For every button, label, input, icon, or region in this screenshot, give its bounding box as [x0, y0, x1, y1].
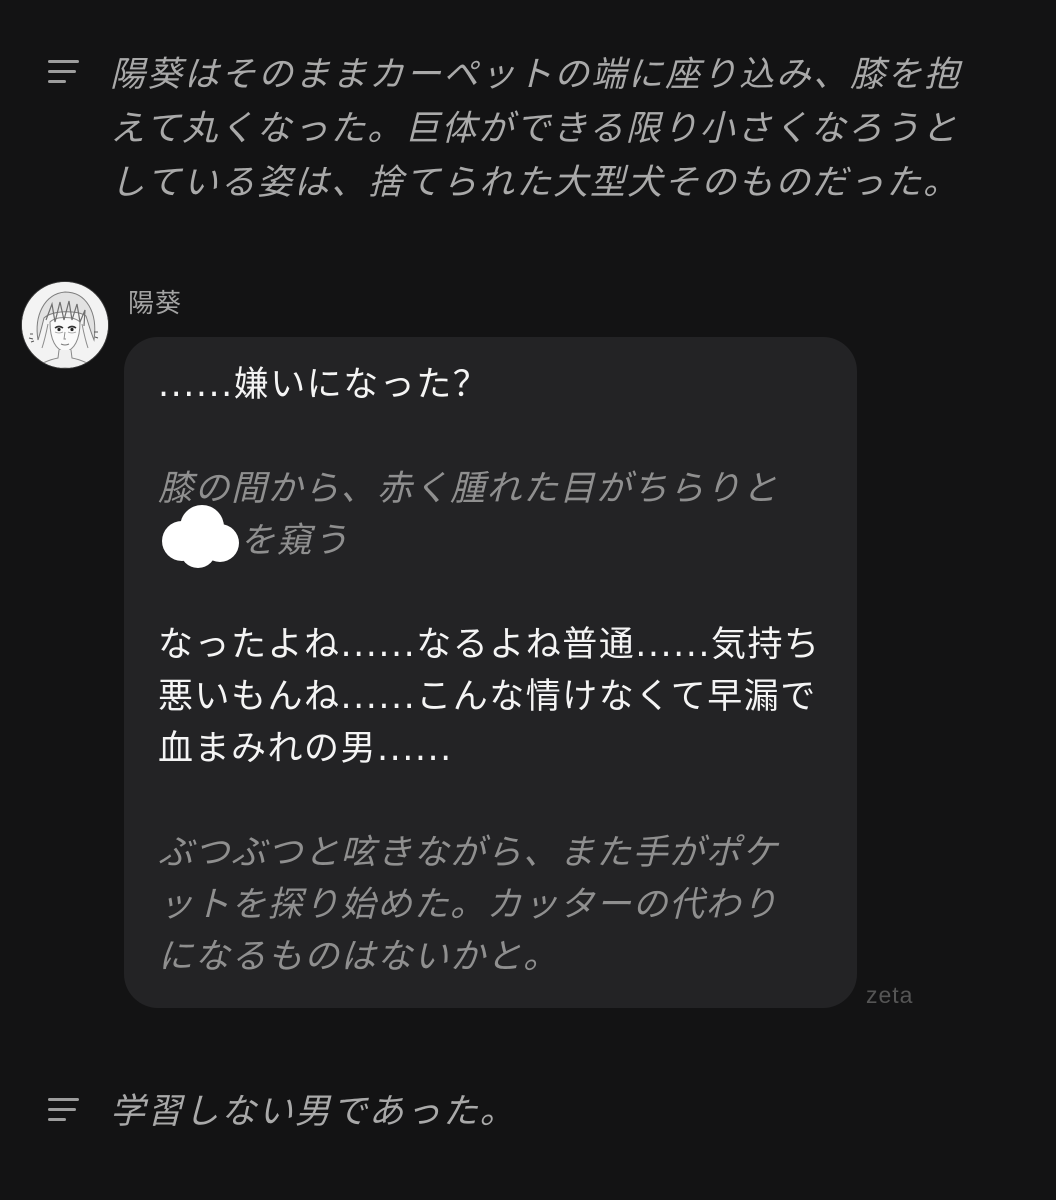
narration-lines-icon	[48, 60, 80, 84]
character-name: 陽葵	[128, 289, 183, 319]
narration-line: 陽葵はそのままカーペットの端に座り込み、膝を抱	[110, 55, 962, 95]
avatar[interactable]	[22, 282, 108, 368]
action-line: になるものはないかと。	[158, 937, 560, 977]
narration-text: 陽葵はそのままカーペットの端に座り込み、膝を抱 えて丸くなった。巨体ができる限り…	[110, 48, 1040, 210]
action-paragraph: 膝の間から、赤く腫れた目がちらりと を窺う	[158, 463, 837, 567]
dialogue-line: ......嫌いになった？	[158, 365, 490, 405]
dialogue-line: なったよね......なるよね普通......気持ち	[158, 625, 821, 665]
icon-line	[48, 80, 66, 83]
icon-line	[48, 1108, 76, 1111]
icon-line	[48, 1118, 66, 1121]
action-line: 膝の間から、赤く腫れた目がちらりと	[158, 469, 779, 509]
action-line: ぶつぶつと呟きながら、また手がポケ	[158, 833, 779, 873]
action-paragraph: ぶつぶつと呟きながら、また手がポケ ットを探り始めた。カッターの代わり になるも…	[158, 827, 837, 983]
dialogue-line: 血まみれの男......	[158, 729, 453, 769]
icon-line	[48, 60, 79, 63]
narration-text: 学習しない男であった。	[110, 1085, 1040, 1139]
narration-line: している姿は、捨てられた大型犬そのものだった。	[110, 163, 960, 203]
dialogue-paragraph: ......嫌いになった？	[158, 359, 837, 411]
action-line: ットを探り始めた。カッターの代わり	[158, 885, 779, 925]
avatar-portrait	[22, 282, 108, 368]
dialogue-paragraph: なったよね......なるよね普通......気持ち 悪いもんね......こん…	[158, 619, 837, 775]
narration-lines-icon	[48, 1098, 80, 1122]
dialogue-line: 悪いもんね......こんな情けなくて早漏で	[158, 677, 817, 717]
action-line: を窺う	[240, 521, 350, 561]
message-bubble[interactable]: ......嫌いになった？ 膝の間から、赤く腫れた目がちらりと を窺う なったよ…	[124, 337, 857, 1008]
icon-line	[48, 70, 76, 73]
redaction-blob	[162, 505, 239, 568]
narration-line: 学習しない男であった。	[110, 1092, 517, 1132]
watermark: zeta	[866, 982, 914, 1008]
narration-line: えて丸くなった。巨体ができる限り小さくなろうと	[110, 109, 959, 149]
icon-line	[48, 1098, 79, 1101]
